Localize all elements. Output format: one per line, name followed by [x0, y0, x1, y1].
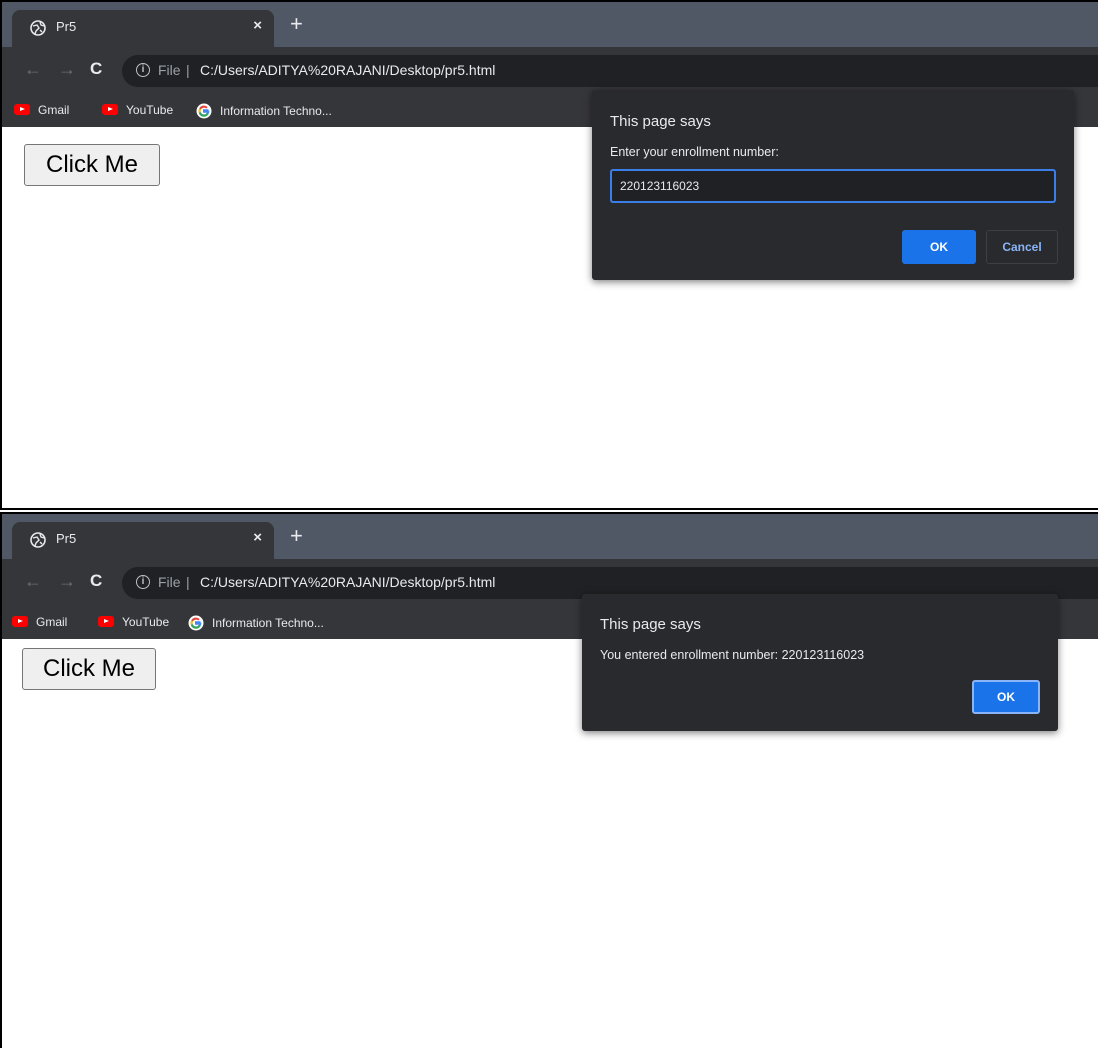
- bookmark-gmail[interactable]: Gmail: [12, 615, 67, 629]
- info-icon[interactable]: i: [136, 63, 150, 77]
- screenshot-prompt: Pr5 × + ← → C i File | C:/Users/ADITYA%2…: [0, 0, 1098, 510]
- youtube-icon: [14, 104, 30, 115]
- bookmark-youtube[interactable]: YouTube: [98, 615, 169, 629]
- address-separator: |: [186, 574, 190, 590]
- tab-title: Pr5: [56, 19, 77, 34]
- toolbar: ← → C i File | C:/Users/ADITYA%20RAJANI/…: [2, 47, 1098, 95]
- dialog-message: You entered enrollment number: 220123116…: [600, 648, 865, 662]
- tab-strip: Pr5 × +: [2, 2, 1098, 47]
- globe-icon: [30, 532, 46, 548]
- tab-title: Pr5: [56, 531, 77, 546]
- tab-close-icon[interactable]: ×: [253, 529, 262, 546]
- tab-pr5[interactable]: Pr5 ×: [12, 522, 274, 559]
- globe-icon: [30, 20, 46, 36]
- reload-icon[interactable]: C: [90, 571, 102, 591]
- new-tab-button[interactable]: +: [290, 13, 303, 35]
- bookmark-label: Information Techno...: [212, 616, 324, 630]
- back-icon[interactable]: ←: [24, 59, 42, 80]
- alert-dialog: This page says You entered enrollment nu…: [582, 594, 1058, 731]
- tab-close-icon[interactable]: ×: [253, 17, 262, 34]
- google-icon: [196, 103, 212, 119]
- new-tab-button[interactable]: +: [290, 525, 303, 547]
- bookmark-label: YouTube: [122, 615, 170, 629]
- youtube-icon: [12, 616, 28, 627]
- bookmark-information-techno[interactable]: Information Techno...: [188, 615, 324, 631]
- tab-pr5[interactable]: Pr5 ×: [12, 10, 274, 47]
- bookmark-label: Information Techno...: [220, 104, 332, 118]
- youtube-icon: [98, 616, 114, 627]
- bookmark-label: Gmail: [38, 103, 70, 117]
- info-icon[interactable]: i: [136, 575, 150, 589]
- enrollment-input[interactable]: 220123116023: [610, 169, 1056, 203]
- dialog-title: This page says: [600, 616, 701, 633]
- google-icon: [188, 615, 204, 631]
- bookmark-label: YouTube: [126, 103, 174, 117]
- scheme-label: File: [158, 62, 181, 78]
- address-bar[interactable]: i File | C:/Users/ADITYA%20RAJANI/Deskto…: [122, 55, 1098, 87]
- bookmark-gmail[interactable]: Gmail: [14, 103, 69, 117]
- url-text[interactable]: C:/Users/ADITYA%20RAJANI/Desktop/pr5.htm…: [200, 62, 495, 78]
- address-separator: |: [186, 62, 190, 78]
- youtube-icon: [102, 104, 118, 115]
- dialog-message: Enter your enrollment number:: [610, 145, 779, 159]
- forward-icon[interactable]: →: [58, 59, 76, 80]
- prompt-dialog: This page says Enter your enrollment num…: [592, 90, 1074, 280]
- click-me-button[interactable]: Click Me: [24, 144, 160, 186]
- forward-icon[interactable]: →: [58, 571, 76, 592]
- ok-button[interactable]: OK: [902, 230, 976, 264]
- dialog-title: This page says: [610, 113, 711, 130]
- click-me-button[interactable]: Click Me: [22, 648, 156, 690]
- bookmark-information-techno[interactable]: Information Techno...: [196, 103, 332, 119]
- screenshot-alert: Pr5 × + ← → C i File | C:/Users/ADITYA%2…: [0, 512, 1098, 1048]
- url-text[interactable]: C:/Users/ADITYA%20RAJANI/Desktop/pr5.htm…: [200, 574, 495, 590]
- bookmark-youtube[interactable]: YouTube: [102, 103, 173, 117]
- ok-button[interactable]: OK: [972, 680, 1040, 714]
- bookmark-label: Gmail: [36, 615, 68, 629]
- cancel-button[interactable]: Cancel: [986, 230, 1058, 264]
- tab-strip: Pr5 × +: [2, 514, 1098, 559]
- back-icon[interactable]: ←: [24, 571, 42, 592]
- reload-icon[interactable]: C: [90, 59, 102, 79]
- scheme-label: File: [158, 574, 181, 590]
